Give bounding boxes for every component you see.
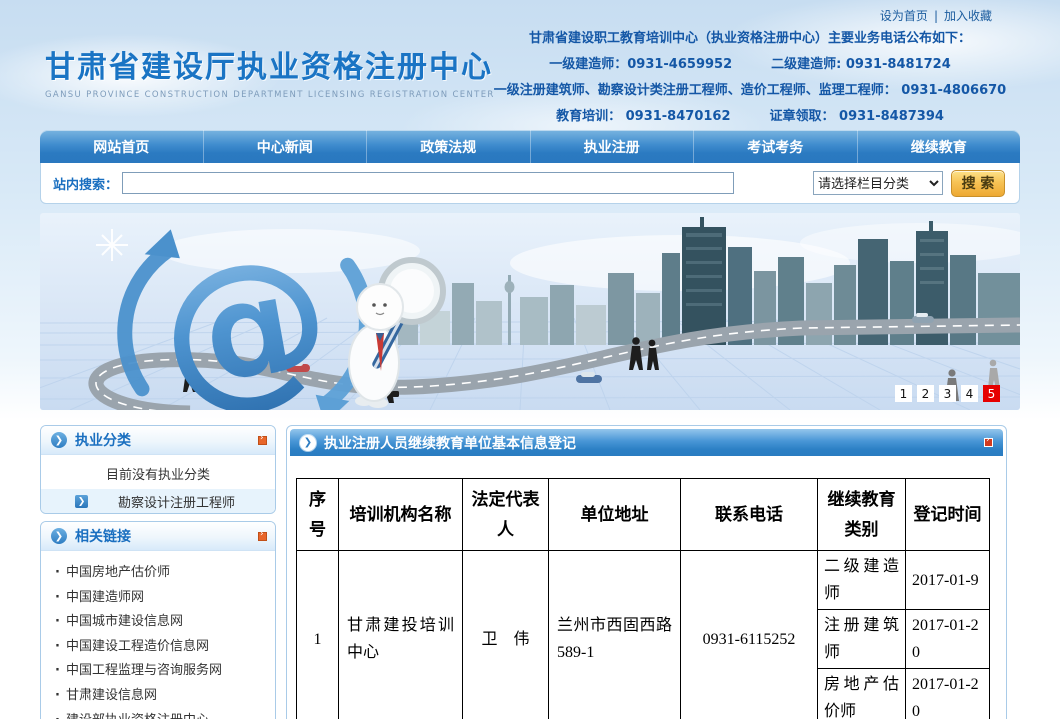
table-header-3: 法定代表人 (463, 479, 549, 551)
related-link-2[interactable]: 中国建造师网 (55, 586, 275, 611)
arrow-circle-icon: ❯ (300, 435, 316, 451)
site-subtitle: GANSU PROVINCE CONSTRUCTION DEPARTMENT L… (45, 90, 495, 100)
table-row: 1甘肃建投培训中心卫 伟兰州市西固西路589-10931-6115252二级建造… (297, 551, 990, 610)
related-link-6[interactable]: 甘肃建设信息网 (55, 684, 275, 709)
arrow-circle-icon: ❯ (51, 432, 67, 448)
table-header-7: 登记时间 (906, 479, 990, 551)
page: 设为首页 | 加入收藏 甘肃省建设厅执业资格注册中心 GANSU PROVINCE … (0, 0, 1060, 719)
svg-text:@: @ (145, 215, 344, 410)
related-links-list: 中国房地产估价师中国建造师网中国城市建设信息网中国建设工程造价信息网中国工程监理… (41, 551, 275, 719)
search-bar: 站内搜索： 请选择栏目分类 搜 索 (40, 163, 1020, 204)
cell-date: 2017-01-20 (906, 669, 990, 719)
category-empty-text: 目前没有执业分类 (41, 464, 275, 483)
category-panel-header: ❯ 执业分类 (41, 426, 275, 455)
related-link-1[interactable]: 中国房地产估价师 (55, 561, 275, 586)
registration-table-wrap: 序号培训机构名称法定代表人单位地址联系电话继续教育类别登记时间1甘肃建投培训中心… (296, 478, 1006, 719)
related-links-panel: ❯ 相关链接 中国房地产估价师中国建造师网中国城市建设信息网中国建设工程造价信息… (40, 521, 276, 719)
main-title: 执业注册人员继续教育单位基本信息登记 (324, 433, 576, 453)
cell-address: 兰州市西固西路589-1 (549, 551, 681, 719)
cell-category: 注册建筑师 (818, 610, 906, 669)
cell-phone: 0931-6115252 (681, 551, 818, 719)
contact-line-2: 一级建造师：0931-4659952 二级建造师: 0931-8481724 (486, 52, 1014, 78)
category-panel: ❯ 执业分类 目前没有执业分类 ❯ 勘察设计注册工程师 (40, 425, 276, 514)
cell-date: 2017-01-20 (906, 610, 990, 669)
more-icon[interactable] (258, 436, 267, 445)
category-panel-title: 执业分类 (75, 430, 131, 450)
nav-item-5[interactable]: 考试考务 (693, 130, 857, 163)
sidebar-item-survey-design-engineer[interactable]: ❯ 勘察设计注册工程师 (41, 489, 275, 514)
page-button-4[interactable]: 4 (961, 385, 978, 402)
more-icon[interactable] (984, 438, 993, 447)
nav-item-2[interactable]: 中心新闻 (203, 130, 367, 163)
search-button[interactable]: 搜 索 (951, 170, 1005, 197)
nav-item-6[interactable]: 继续教育 (857, 130, 1021, 163)
more-icon[interactable] (258, 532, 267, 541)
page-button-1[interactable]: 1 (895, 385, 912, 402)
related-link-7[interactable]: 建设部执业资格注册中心 (55, 709, 275, 719)
contact-line-4: 教育培训： 0931-8470162 证章领取： 0931-8487394 (486, 104, 1014, 130)
main-content-panel: ❯ 执业注册人员继续教育单位基本信息登记 序号培训机构名称法定代表人单位地址联系… (286, 425, 1007, 719)
related-link-3[interactable]: 中国城市建设信息网 (55, 610, 275, 635)
nav-item-1[interactable]: 网站首页 (40, 130, 203, 163)
search-input[interactable] (122, 172, 734, 194)
site-logo: 甘肃省建设厅执业资格注册中心 GANSU PROVINCE CONSTRUCTI… (45, 42, 495, 100)
related-links-header: ❯ 相关链接 (41, 522, 275, 551)
table-header-2: 培训机构名称 (339, 479, 463, 551)
related-links-title: 相关链接 (75, 526, 131, 546)
page-button-5[interactable]: 5 (983, 385, 1000, 402)
nav-item-4[interactable]: 执业注册 (530, 130, 694, 163)
related-link-4[interactable]: 中国建设工程造价信息网 (55, 635, 275, 660)
contact-line-1: 甘肃省建设职工教育培训中心（执业资格注册中心）主要业务电话公布如下： (486, 26, 1014, 52)
main-nav: 网站首页中心新闻政策法规执业注册考试考务继续教育 (40, 130, 1020, 163)
topbar-separator: | (934, 9, 938, 23)
related-link-5[interactable]: 中国工程监理与咨询服务网 (55, 659, 275, 684)
page-button-2[interactable]: 2 (917, 385, 934, 402)
contact-line-3: 一级注册建筑师、勘察设计类注册工程师、造价工程师、监理工程师： 0931-480… (486, 78, 1014, 104)
set-home-link[interactable]: 设为首页 (880, 9, 928, 23)
cell-org: 甘肃建投培训中心 (339, 551, 463, 719)
table-header-6: 继续教育类别 (818, 479, 906, 551)
cell-no: 1 (297, 551, 339, 719)
cell-category: 房地产估价师 (818, 669, 906, 719)
table-header-4: 单位地址 (549, 479, 681, 551)
table-header-1: 序号 (297, 479, 339, 551)
registration-table: 序号培训机构名称法定代表人单位地址联系电话继续教育类别登记时间1甘肃建投培训中心… (296, 478, 990, 719)
page-button-3[interactable]: 3 (939, 385, 956, 402)
site-title: 甘肃省建设厅执业资格注册中心 (45, 42, 495, 86)
sidebar-item-label: 勘察设计注册工程师 (118, 492, 235, 511)
category-select[interactable]: 请选择栏目分类 (813, 171, 943, 195)
contact-notice: 甘肃省建设职工教育培训中心（执业资格注册中心）主要业务电话公布如下：一级建造师：… (486, 26, 1014, 130)
nav-item-3[interactable]: 政策法规 (366, 130, 530, 163)
banner-pagination: 12345 (895, 385, 1000, 402)
arrow-square-icon: ❯ (75, 495, 88, 508)
topbar: 设为首页 | 加入收藏 (880, 7, 992, 24)
table-header-5: 联系电话 (681, 479, 818, 551)
search-label: 站内搜索： (53, 174, 118, 193)
banner: @ 12345 (40, 213, 1020, 410)
cell-category: 二级建造师 (818, 551, 906, 610)
cell-legal-rep: 卫 伟 (463, 551, 549, 719)
cell-date: 2017-01-9 (906, 551, 990, 610)
arrow-circle-icon: ❯ (51, 528, 67, 544)
main-titlebar: ❯ 执业注册人员继续教育单位基本信息登记 (290, 429, 1003, 456)
banner-illustration: @ (40, 213, 1020, 410)
add-favorite-link[interactable]: 加入收藏 (944, 9, 992, 23)
